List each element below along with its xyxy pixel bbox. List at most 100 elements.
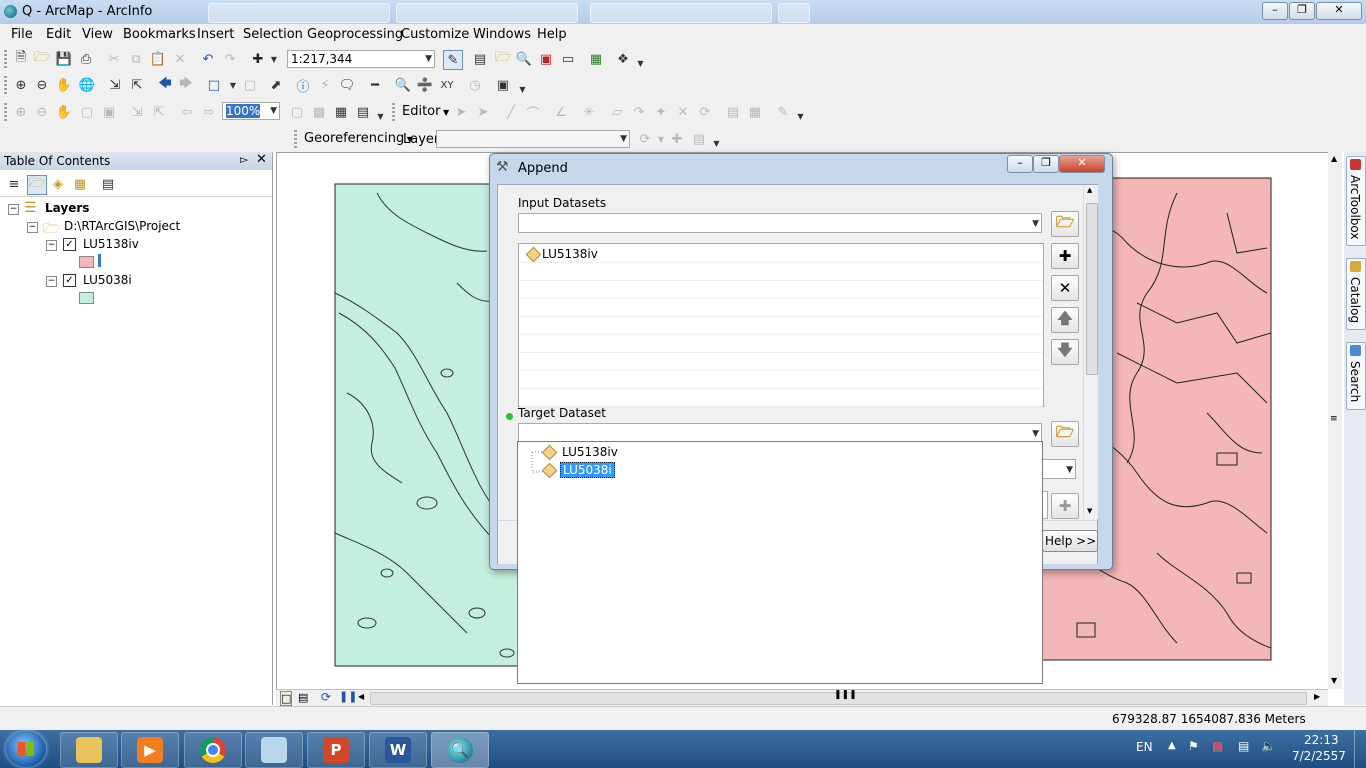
list-by-selection-icon[interactable]: ▦ [71,175,89,193]
menu-selection[interactable]: Selection [243,27,303,42]
reshape-icon[interactable]: ↷ [630,103,648,121]
next-extent-icon[interactable]: ⇨ [200,103,218,121]
menu-help[interactable]: Help [537,27,567,42]
menu-insert[interactable]: Insert [197,27,234,42]
toolbar-options-icon[interactable]: ▼ [518,80,527,98]
pause-drawing-icon[interactable]: ❚❚ [339,690,357,703]
zoom-out-icon[interactable]: ⊖ [33,76,51,94]
collapse-toggle[interactable]: − [46,240,57,251]
help-button[interactable]: Help >> [1042,530,1098,552]
menu-bookmarks[interactable]: Bookmarks [123,27,196,42]
measure-icon[interactable]: ━ [366,76,384,94]
change-layout-icon[interactable]: ▦ [332,103,350,121]
toolbar-options-icon[interactable]: ▼ [712,134,721,152]
list-item[interactable] [520,353,1042,371]
layout-zoom-out-icon[interactable]: ⊖ [33,103,51,121]
identify-icon[interactable]: ⓘ [294,76,312,95]
collapse-toggle[interactable]: − [27,222,38,233]
menu-file[interactable]: File [11,27,33,42]
new-document-icon[interactable]: 🗎 [12,50,30,68]
toc-folder-path[interactable]: D:\RTArcGIS\Project [64,219,180,233]
move-down-button[interactable]: 🡇 [1051,339,1079,365]
toolbar-options-icon[interactable]: ▼ [796,107,805,125]
map-scale-combo[interactable]: 1:217,344 ▼ [287,50,435,68]
refresh-icon[interactable]: ⟳ [321,690,331,704]
fixed-zoom-in-layout-icon[interactable]: ⇲ [128,103,146,121]
map-horizontal-scrollbar[interactable]: □ ▤ ⟳ ❚❚ ◀ ❚❚❚ ▶ [276,689,1328,706]
input-datasets-list[interactable]: LU5138iv [518,243,1044,407]
zoom-whole-page-icon[interactable]: ▢ [78,103,96,121]
list-item[interactable] [520,371,1042,389]
scroll-down-icon[interactable]: ▼ [1087,507,1092,515]
network-icon[interactable]: ▤ [1238,739,1249,753]
select-features-icon[interactable]: □ [205,76,223,94]
pan-hand-icon[interactable]: ✋ [55,76,73,94]
volume-icon[interactable]: 🔈 [1261,739,1276,753]
scroll-thumb[interactable] [1086,203,1098,375]
save-icon[interactable]: 💾 [55,50,73,68]
taskbar-notes[interactable] [245,732,303,768]
georef-layer-combo[interactable]: ▼ [436,130,630,148]
layout-view-icon[interactable]: □ [280,691,293,706]
modelbuilder-icon[interactable]: ▦ [587,50,605,68]
table-of-contents-icon[interactable]: ▤ [471,50,489,68]
toggle-draft-mode-icon[interactable]: ▢ [288,103,306,121]
menu-customize[interactable]: Customize [401,27,469,42]
select-dropdown-icon[interactable]: ▼ [224,76,242,94]
close-icon[interactable]: ✕ [256,152,267,167]
open-folder-icon[interactable]: 🗁 [33,50,51,68]
add-button[interactable]: ✚ [1051,243,1079,269]
zoom-100-icon[interactable]: ▣ [100,103,118,121]
dialog-maximize-button[interactable]: ❐ [1033,155,1059,173]
map-vertical-scrollbar[interactable]: ▲ ≡ ▼ [1328,152,1342,689]
toolbar-grip[interactable] [4,76,7,94]
menu-geoprocessing[interactable]: Geoprocessing [307,27,403,42]
target-dataset-dropdown-list[interactable]: LU5138iv LU5038i [517,441,1043,684]
list-item[interactable] [520,263,1042,281]
maximize-button[interactable]: ❐ [1289,2,1315,20]
scroll-right-icon[interactable]: ▶ [1314,692,1320,701]
catalog-window-icon[interactable]: 🗁 [494,50,512,68]
add-field-button[interactable]: ✚ [1051,493,1079,519]
undo-icon[interactable]: ↶ [199,50,217,68]
language-indicator[interactable]: EN [1136,740,1153,754]
find-binoculars-icon[interactable]: 🔍 [394,76,412,94]
list-by-source-icon[interactable]: 🗁 [27,175,47,195]
list-by-drawing-order-icon[interactable]: ≡ [5,175,23,193]
catalog-dock-tab[interactable]: Catalog [1346,258,1366,330]
georeferencing-menu[interactable]: Georeferencing ▼ [304,131,413,146]
endpoint-arc-icon[interactable]: ⌒ [524,103,542,122]
trace-icon[interactable]: ∠ [552,103,570,121]
dialog-close-button[interactable]: ✕ [1059,155,1105,173]
html-popup-icon[interactable]: 🗨 [338,76,356,94]
go-forward-icon[interactable]: 🡆 [177,76,195,94]
taskbar-media-player[interactable]: ▶ [121,732,179,768]
taskbar-chrome[interactable] [184,732,242,768]
dropdown-option[interactable]: LU5138iv [541,444,662,461]
arctoolbox-dock-tab[interactable]: ArcToolbox [1346,156,1366,246]
taskbar-arcmap[interactable]: 🔍 [431,732,489,768]
go-back-icon[interactable]: 🡄 [156,76,174,94]
input-datasets-combo[interactable]: ▼ [518,213,1042,233]
dialog-minimize-button[interactable]: – [1007,155,1033,173]
toc-layer-name[interactable]: LU5138iv [83,237,139,251]
list-item[interactable] [520,335,1042,353]
straight-segment-icon[interactable]: ╱ [502,103,520,121]
previous-extent-icon[interactable]: ⇦ [178,103,196,121]
toc-options-icon[interactable]: ▤ [99,175,117,193]
safely-remove-icon[interactable]: ▩ [1212,739,1223,753]
layout-pan-icon[interactable]: ✋ [55,103,73,121]
menu-edit[interactable]: Edit [46,27,71,42]
toolbar-grip[interactable] [4,50,7,68]
taskbar-powerpoint[interactable]: P [307,732,365,768]
list-item[interactable] [520,281,1042,299]
fixed-zoom-out-layout-icon[interactable]: ⇱ [150,103,168,121]
start-button[interactable] [6,731,46,767]
edit-annotation-icon[interactable]: ➤ [474,103,492,121]
select-elements-arrow-icon[interactable]: ⬈ [267,76,285,94]
attributes-icon[interactable]: ▤ [724,103,742,121]
hyperlink-icon[interactable]: ⚡ [316,76,334,94]
remove-button[interactable]: ✕ [1051,275,1079,301]
toc-layer-name[interactable]: LU5038i [83,273,132,287]
sketch-properties-icon[interactable]: ▦ [746,103,764,121]
